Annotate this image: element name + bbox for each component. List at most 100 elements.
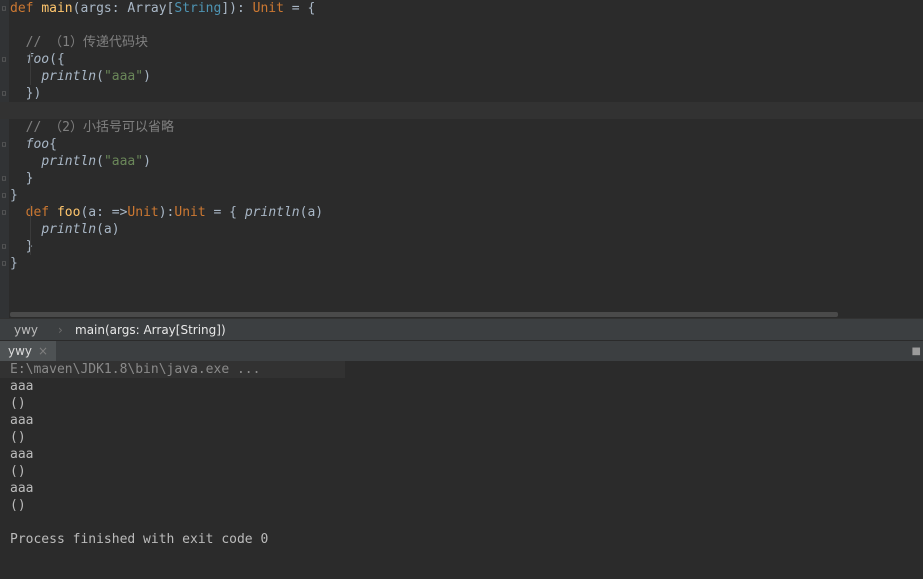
code-token: def bbox=[10, 1, 42, 16]
code-token: (a) bbox=[96, 222, 120, 237]
code-token: "aaa" bbox=[103, 69, 144, 84]
code-text: def foo(a: =>Unit):Unit = { println(a) bbox=[10, 204, 323, 221]
fold-icon[interactable]: ▫ bbox=[0, 51, 8, 68]
breadcrumb-method[interactable]: main(args: Array[String]) bbox=[75, 319, 226, 341]
console-line: () bbox=[10, 498, 26, 513]
code-text: println("aaa") bbox=[10, 153, 151, 170]
code-line[interactable]: println("aaa") bbox=[0, 153, 923, 170]
code-text: // （2）小括号可以省略 bbox=[10, 119, 174, 136]
close-icon[interactable]: × bbox=[38, 344, 48, 358]
code-token: foo bbox=[56, 205, 81, 220]
code-line[interactable] bbox=[0, 102, 923, 119]
code-text: foo{ bbox=[10, 136, 57, 153]
code-token: } bbox=[10, 171, 34, 186]
code-token: println bbox=[41, 222, 97, 237]
code-line[interactable]: ▫ } bbox=[0, 170, 923, 187]
console-line: aaa bbox=[10, 447, 34, 462]
code-line[interactable]: println("aaa") bbox=[0, 68, 923, 85]
code-line[interactable]: ▫} bbox=[0, 255, 923, 272]
code-token: println bbox=[41, 154, 97, 169]
code-line[interactable] bbox=[0, 17, 923, 34]
code-token: ]): bbox=[221, 1, 253, 16]
console-line: aaa bbox=[10, 481, 34, 496]
code-text: println(a) bbox=[10, 221, 120, 238]
code-token: ) bbox=[143, 154, 151, 169]
code-token: ( bbox=[96, 154, 104, 169]
code-line[interactable]: ▫ }) bbox=[0, 85, 923, 102]
code-token: { bbox=[49, 137, 57, 152]
fold-icon[interactable]: ▫ bbox=[0, 255, 8, 272]
console-line: aaa bbox=[10, 379, 34, 394]
code-token: Unit bbox=[127, 205, 159, 220]
indent-guide bbox=[30, 221, 31, 255]
settings-icon[interactable]: ■ bbox=[912, 341, 921, 362]
code-token: // （1）传递代码块 bbox=[10, 35, 148, 50]
breadcrumb-separator: › bbox=[58, 323, 63, 337]
console-line: () bbox=[10, 464, 26, 479]
editor-horizontal-scrollbar[interactable] bbox=[10, 312, 838, 317]
code-text: }) bbox=[10, 85, 42, 102]
code-token: println bbox=[41, 69, 97, 84]
code-line[interactable]: ▫ foo{ bbox=[0, 136, 923, 153]
code-text: } bbox=[10, 255, 18, 272]
code-token: "aaa" bbox=[103, 154, 144, 169]
code-line[interactable]: ▫ } bbox=[0, 238, 923, 255]
console-line: () bbox=[10, 430, 26, 445]
code-token: Unit bbox=[174, 205, 206, 220]
run-console[interactable]: E:\maven\JDK1.8\bin\java.exe ... aaa () aa… bbox=[0, 361, 923, 579]
code-line[interactable]: println(a) bbox=[0, 221, 923, 238]
code-token: (args: Array[ bbox=[72, 1, 175, 16]
fold-icon[interactable]: ▫ bbox=[0, 187, 8, 204]
code-token: = { bbox=[205, 205, 245, 220]
console-line: () bbox=[10, 396, 26, 411]
code-token: ) bbox=[143, 69, 151, 84]
code-token: // （2）小括号可以省略 bbox=[10, 120, 174, 135]
fold-icon[interactable]: ▫ bbox=[0, 170, 8, 187]
code-line[interactable]: ▫ def main(args: Array[String]): Unit = { bbox=[0, 0, 923, 17]
fold-icon[interactable]: ▫ bbox=[0, 85, 8, 102]
code-token: } bbox=[10, 188, 18, 203]
breadcrumb-object[interactable]: ywy bbox=[14, 319, 38, 341]
code-token: foo bbox=[25, 137, 50, 152]
code-token: (a) bbox=[299, 205, 324, 220]
code-token: (a: => bbox=[80, 205, 128, 220]
code-token: } bbox=[10, 256, 18, 271]
code-line[interactable]: ▫ def foo(a: =>Unit):Unit = { println(a) bbox=[0, 204, 923, 221]
console-line: Process finished with exit code 0 bbox=[10, 532, 269, 547]
code-text: } bbox=[10, 187, 18, 204]
indent-guide bbox=[30, 51, 31, 85]
code-token: Unit bbox=[252, 1, 284, 16]
fold-icon[interactable]: ▫ bbox=[0, 136, 8, 153]
fold-icon[interactable]: ▫ bbox=[0, 204, 8, 221]
code-token: println bbox=[244, 205, 300, 220]
code-text: } bbox=[10, 170, 34, 187]
code-token: ({ bbox=[49, 52, 65, 67]
code-token: ): bbox=[158, 205, 175, 220]
fold-icon[interactable]: ▫ bbox=[0, 0, 8, 17]
code-token: String bbox=[174, 1, 222, 16]
breadcrumb: ywy › main(args: Array[String]) bbox=[0, 318, 923, 341]
code-token: ( bbox=[96, 69, 104, 84]
console-line: aaa bbox=[10, 413, 34, 428]
code-token: = { bbox=[283, 1, 316, 16]
code-editor[interactable]: ▫ def main(args: Array[String]): Unit = {… bbox=[0, 0, 923, 318]
code-line[interactable]: ▫ foo({ bbox=[0, 51, 923, 68]
run-tab-ywy[interactable]: ywy × bbox=[0, 341, 57, 362]
code-text: foo({ bbox=[10, 51, 65, 68]
fold-icon[interactable]: ▫ bbox=[0, 238, 8, 255]
code-text: println("aaa") bbox=[10, 68, 151, 85]
code-token: }) bbox=[10, 86, 42, 101]
code-line[interactable]: // （2）小括号可以省略 bbox=[0, 119, 923, 136]
code-text: // （1）传递代码块 bbox=[10, 34, 148, 51]
code-line[interactable]: // （1）传递代码块 bbox=[0, 34, 923, 51]
code-text: def main(args: Array[String]): Unit = { bbox=[10, 0, 315, 17]
code-token: main bbox=[41, 1, 73, 16]
run-tab-label: ywy bbox=[8, 344, 33, 358]
code-line[interactable]: ▫} bbox=[0, 187, 923, 204]
run-tool-window-tabs: ywy × ■ bbox=[0, 340, 923, 362]
